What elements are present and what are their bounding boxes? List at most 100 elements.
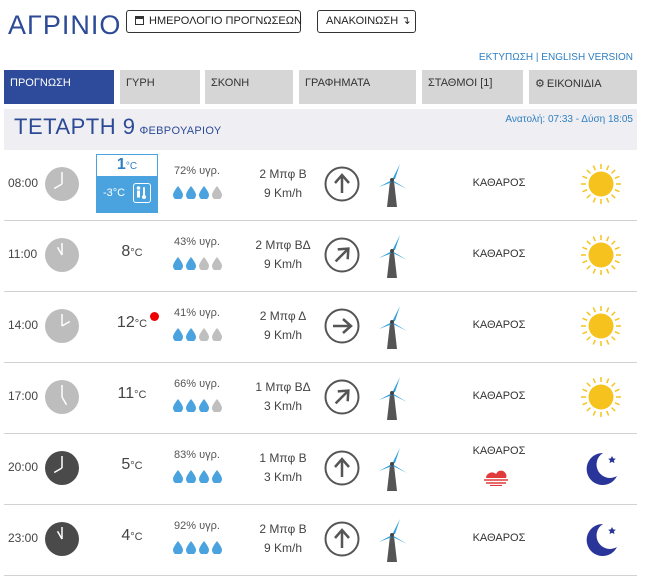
- drop-icon: [212, 186, 222, 200]
- gear-icon: ⚙: [535, 78, 545, 90]
- alert-dot-icon: [150, 312, 159, 321]
- feels-like-value: -3°C: [103, 187, 126, 199]
- wind-speed: 9 Km/h: [263, 186, 302, 200]
- tab-forecast-label: ΠΡΟΓΝΩΣΗ: [10, 77, 71, 89]
- sunrise-sunset: Ανατολή: 07:33 - Δύση 18:05: [505, 114, 633, 125]
- condition-text: ΚΑΘΑΡΟΣ: [472, 248, 526, 260]
- wind-info: 1 Μπφ Β 3 Km/h: [238, 449, 328, 487]
- drop-icon: [212, 470, 222, 484]
- humidity-drops: [172, 327, 232, 342]
- forecast-row: 23:00 4°C 92% υγρ. 2 Μπφ Β 9 Km/h ΚΑΘΑΡΟΣ: [4, 505, 637, 576]
- sun-icon: [579, 233, 623, 277]
- drop-icon: [186, 399, 196, 413]
- forecast-calendar-button[interactable]: ΗΜΕΡΟΛΟΓΙΟ ΠΡΟΓΝΩΣΕΩΝ: [126, 10, 302, 33]
- drop-icon: [173, 257, 183, 271]
- wind-turbine-icon: [373, 447, 411, 491]
- forecast-time: 23:00: [8, 531, 39, 545]
- condition-text: ΚΑΘΑΡΟΣ: [472, 390, 526, 402]
- wind-speed: 9 Km/h: [263, 328, 302, 342]
- forecast-time: 14:00: [8, 318, 39, 332]
- tab-dust-label: ΣΚΟΝΗ: [211, 77, 250, 89]
- tab-stations[interactable]: ΣΤΑΘΜΟΙ [1]: [422, 70, 523, 104]
- tab-charts-label: ΓΡΑΦΗΜΑΤΑ: [305, 77, 371, 89]
- forecast-row: 17:00 11°C 66% υγρ. 1 Μπφ ΒΔ 3 Km/h ΚΑΘΑΡΟΣ: [4, 363, 637, 434]
- clock-icon: [44, 166, 80, 202]
- forecast-row: 11:00 8°C 43% υγρ. 2 Μπφ ΒΔ 9 Km/h ΚΑΘΑΡΟΣ: [4, 221, 637, 292]
- tab-stations-label: ΣΤΑΘΜΟΙ [1]: [428, 77, 493, 89]
- day-month: ΦΕΒΡΟΥΑΡΙΟΥ: [139, 125, 222, 137]
- moon-icon: [579, 446, 623, 490]
- humidity-text: 92% υγρ.: [174, 520, 220, 532]
- wind-direction-icon: [324, 521, 360, 557]
- forecast-calendar-label: ΗΜΕΡΟΛΟΓΙΟ ΠΡΟΓΝΩΣΕΩΝ: [149, 15, 302, 27]
- humidity-drops: [172, 398, 232, 413]
- humidity-drops: [172, 256, 232, 271]
- temperature-value: 5°C: [121, 456, 143, 473]
- drop-icon: [199, 470, 209, 484]
- drop-icon: [212, 257, 222, 271]
- wind-info: 1 Μπφ ΒΔ 3 Km/h: [238, 378, 328, 416]
- tab-charts[interactable]: ΓΡΑΦΗΜΑΤΑ: [299, 70, 416, 104]
- wind-info: 2 Μπφ Β 9 Km/h: [238, 520, 328, 558]
- wind-turbine-icon: [373, 518, 411, 562]
- humidity-text: 66% υγρ.: [174, 378, 220, 390]
- drop-icon: [173, 470, 183, 484]
- temperature-value: 4°C: [121, 527, 143, 544]
- wind-direction-icon: [324, 237, 360, 273]
- condition-text: ΚΑΘΑΡΟΣ: [472, 177, 526, 189]
- tab-pollen[interactable]: ΓΥΡΗ: [120, 70, 200, 104]
- drop-icon: [199, 541, 209, 555]
- humidity-text: 83% υγρ.: [174, 449, 220, 461]
- drop-icon: [173, 541, 183, 555]
- wind-info: 2 Μπφ Δ 9 Km/h: [238, 307, 328, 345]
- header-links: ΕΚΤΥΠΩΣΗ | ENGLISH VERSION: [479, 52, 633, 63]
- sun-icon: [579, 304, 623, 348]
- english-version-link[interactable]: ENGLISH VERSION: [541, 52, 633, 63]
- mist-icon: [482, 470, 510, 487]
- clock-icon: [44, 521, 80, 557]
- drop-icon: [186, 257, 196, 271]
- clock-icon: [44, 308, 80, 344]
- feels-like: -3°C: [97, 176, 157, 212]
- temperature-value: 11°C: [117, 385, 147, 402]
- wind-speed: 9 Km/h: [263, 257, 302, 271]
- condition-text: ΚΑΘΑΡΟΣ: [472, 319, 526, 331]
- announcement-label: ΑΝΑΚΟΙΝΩΣΗ ↴: [326, 15, 411, 27]
- wind-direction-icon: [324, 308, 360, 344]
- forecast-row: 08:00 1°C -3°C 72% υγρ. 2 Μπφ Β 9 Km/h ΚΑΘΑΡ…: [4, 150, 637, 221]
- drop-icon: [186, 328, 196, 342]
- humidity-text: 41% υγρ.: [174, 307, 220, 319]
- forecast-row: 20:00 5°C 83% υγρ. 1 Μπφ Β 3 Km/h ΚΑΘΑΡΟΣ: [4, 434, 637, 505]
- humidity-drops: [172, 185, 232, 200]
- tab-forecast[interactable]: ΠΡΟΓΝΩΣΗ: [4, 70, 114, 104]
- feels-like-icon: [133, 183, 151, 203]
- drop-icon: [199, 328, 209, 342]
- wind-turbine-icon: [373, 305, 411, 349]
- drop-icon: [212, 541, 222, 555]
- wind-force: 1 Μπφ Β: [259, 451, 307, 465]
- drop-icon: [186, 186, 196, 200]
- drop-icon: [199, 257, 209, 271]
- condition-text: ΚΑΘΑΡΟΣ: [472, 445, 526, 457]
- drop-icon: [173, 328, 183, 342]
- tab-pollen-label: ΓΥΡΗ: [126, 77, 155, 89]
- tab-icons-label: ΕΙΚΟΝΙΔΙΑ: [546, 78, 602, 90]
- sun-icon: [579, 162, 623, 206]
- forecast-time: 20:00: [8, 460, 39, 474]
- humidity-drops: [172, 540, 232, 555]
- forecast-time: 08:00: [8, 176, 39, 190]
- moon-icon: [579, 517, 623, 561]
- condition-text: ΚΑΘΑΡΟΣ: [472, 532, 526, 544]
- announcement-button[interactable]: ΑΝΑΚΟΙΝΩΣΗ ↴: [317, 10, 416, 33]
- city-title: ΑΓΡΙΝΙΟ: [8, 10, 122, 40]
- drop-icon: [186, 470, 196, 484]
- day-title: ΤΕΤΑΡΤΗ 9 ΦΕΒΡΟΥΑΡΙΟΥ: [14, 114, 222, 140]
- print-link[interactable]: ΕΚΤΥΠΩΣΗ: [479, 52, 533, 63]
- tab-icons[interactable]: ⚙ ΕΙΚΟΝΙΔΙΑ: [529, 70, 637, 104]
- humidity-drops: [172, 469, 232, 484]
- wind-force: 1 Μπφ ΒΔ: [255, 380, 311, 394]
- humidity-text: 43% υγρ.: [174, 236, 220, 248]
- drop-icon: [212, 399, 222, 413]
- drop-icon: [199, 186, 209, 200]
- tab-dust[interactable]: ΣΚΟΝΗ: [205, 70, 293, 104]
